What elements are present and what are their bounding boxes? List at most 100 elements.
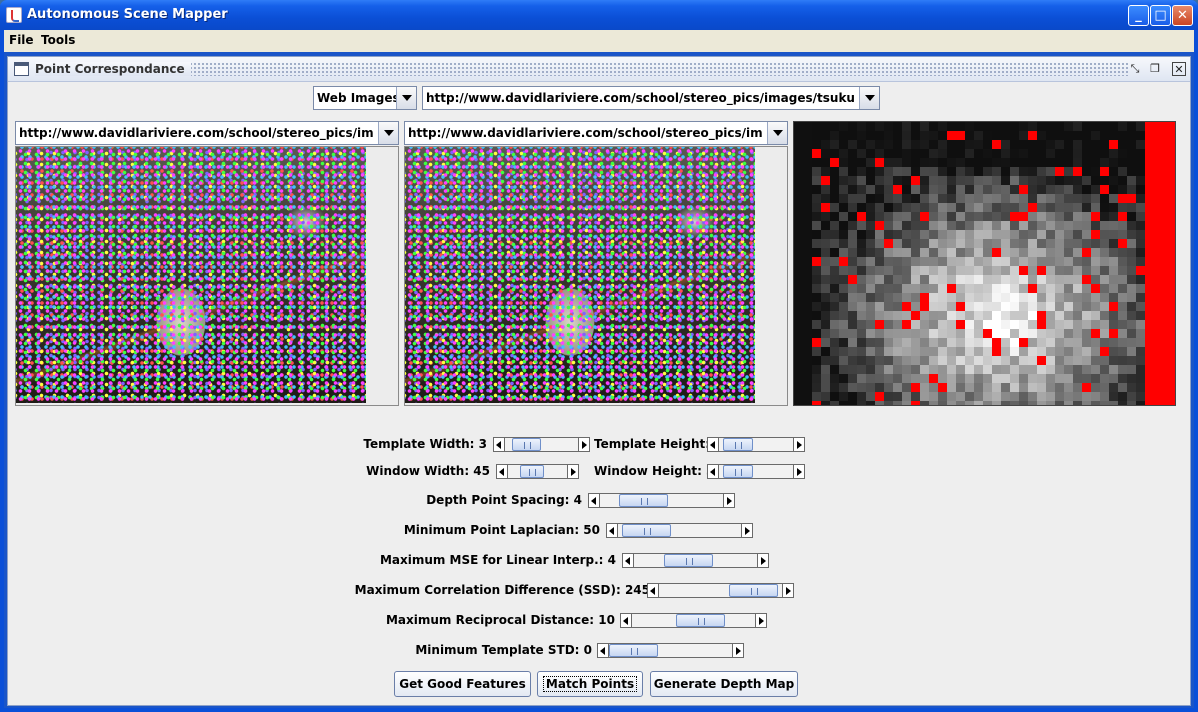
slider-thumb[interactable]	[622, 524, 671, 537]
left-image-select[interactable]: http://www.davidlariviere.com/school/ste…	[15, 121, 399, 145]
max-corr-diff-slider[interactable]	[647, 583, 794, 598]
depth-cell	[956, 401, 965, 405]
scroll-left-icon[interactable]	[493, 437, 505, 452]
slider-thumb[interactable]	[520, 465, 544, 478]
scroll-left-icon[interactable]	[707, 437, 719, 452]
chevron-down-icon[interactable]	[859, 87, 879, 109]
depth-cell	[1163, 347, 1172, 356]
frame-maximize-icon[interactable]: ❐	[1148, 62, 1162, 76]
depth-cell	[1109, 266, 1118, 275]
depth-cell	[1100, 122, 1109, 131]
depth-cell	[848, 230, 857, 239]
depth-cell	[1172, 248, 1175, 257]
title-bar[interactable]: Autonomous Scene Mapper _ □ ✕	[0, 0, 1198, 30]
depth-cell	[821, 230, 830, 239]
window-width-slider[interactable]	[496, 464, 579, 479]
scroll-right-icon[interactable]	[782, 583, 794, 598]
depth-cell	[884, 122, 893, 131]
slider-thumb[interactable]	[664, 554, 713, 567]
depth-cell	[956, 302, 965, 311]
scroll-left-icon[interactable]	[606, 523, 618, 538]
scroll-left-icon[interactable]	[647, 583, 659, 598]
depth-cell	[839, 257, 848, 266]
slider-track[interactable]	[659, 583, 782, 598]
depth-cell	[911, 167, 920, 176]
scroll-left-icon[interactable]	[597, 643, 609, 658]
frame-title-bar[interactable]: Point Correspondance ⤡ ❐ ✕	[8, 57, 1190, 82]
slider-thumb[interactable]	[512, 438, 541, 451]
scroll-left-icon[interactable]	[620, 613, 632, 628]
slider-thumb[interactable]	[729, 584, 778, 597]
template-height-slider[interactable]	[707, 437, 805, 452]
max-mse-slider[interactable]	[622, 553, 769, 568]
slider-thumb[interactable]	[619, 494, 668, 507]
slider-thumb[interactable]	[609, 644, 658, 657]
depth-cell	[956, 347, 965, 356]
scroll-right-icon[interactable]	[567, 464, 579, 479]
scroll-right-icon[interactable]	[578, 437, 590, 452]
slider-thumb[interactable]	[676, 614, 725, 627]
slider-track[interactable]	[600, 493, 723, 508]
window-height-slider[interactable]	[707, 464, 805, 479]
min-template-std-slider[interactable]	[597, 643, 744, 658]
depth-cell	[1163, 248, 1172, 257]
scroll-right-icon[interactable]	[793, 464, 805, 479]
slider-track[interactable]	[632, 613, 755, 628]
scroll-left-icon[interactable]	[588, 493, 600, 508]
slider-track[interactable]	[609, 643, 732, 658]
depth-cell	[920, 356, 929, 365]
frame-close-icon[interactable]: ✕	[1172, 62, 1186, 76]
scroll-right-icon[interactable]	[741, 523, 753, 538]
depth-cell	[947, 374, 956, 383]
scroll-left-icon[interactable]	[707, 464, 719, 479]
chevron-down-icon[interactable]	[767, 122, 787, 144]
depth-cell	[803, 302, 812, 311]
depth-cell	[902, 167, 911, 176]
slider-track[interactable]	[618, 523, 741, 538]
generate-depth-map-button[interactable]: Generate Depth Map	[650, 671, 798, 697]
frame-iconify-icon[interactable]: ⤡	[1128, 62, 1142, 76]
get-good-features-button[interactable]: Get Good Features	[394, 671, 531, 697]
slider-track[interactable]	[719, 437, 793, 452]
close-button[interactable]: ✕	[1172, 5, 1193, 26]
depth-cell	[866, 356, 875, 365]
source-url-select[interactable]: http://www.davidlariviere.com/school/ste…	[422, 86, 880, 110]
depth-cell	[911, 221, 920, 230]
depth-cell	[1028, 221, 1037, 230]
depth-cell	[992, 185, 1001, 194]
depth-cell	[884, 356, 893, 365]
maximize-button[interactable]: □	[1150, 5, 1171, 26]
chevron-down-icon[interactable]	[396, 87, 416, 109]
depth-cell	[1127, 149, 1136, 158]
chevron-down-icon[interactable]	[378, 122, 398, 144]
depth-cell	[920, 257, 929, 266]
menu-tools[interactable]: Tools	[41, 33, 75, 47]
depth-cell	[1028, 167, 1037, 176]
depth-point-spacing-slider[interactable]	[588, 493, 735, 508]
scroll-right-icon[interactable]	[793, 437, 805, 452]
scroll-right-icon[interactable]	[757, 553, 769, 568]
template-width-slider[interactable]	[493, 437, 590, 452]
scroll-right-icon[interactable]	[723, 493, 735, 508]
depth-cell	[1046, 248, 1055, 257]
scroll-right-icon[interactable]	[755, 613, 767, 628]
scroll-left-icon[interactable]	[622, 553, 634, 568]
minimize-button[interactable]: _	[1128, 5, 1149, 26]
min-point-laplacian-slider[interactable]	[606, 523, 753, 538]
menu-file[interactable]: File	[9, 33, 34, 47]
source-type-select[interactable]: Web Images	[313, 86, 417, 110]
depth-cell	[947, 293, 956, 302]
slider-track[interactable]	[505, 437, 578, 452]
scroll-left-icon[interactable]	[496, 464, 508, 479]
max-recip-dist-slider[interactable]	[620, 613, 767, 628]
slider-thumb[interactable]	[723, 438, 753, 451]
right-image-select[interactable]: http://www.davidlariviere.com/school/ste…	[404, 121, 788, 145]
scroll-right-icon[interactable]	[732, 643, 744, 658]
depth-cell	[1073, 158, 1082, 167]
slider-track[interactable]	[634, 553, 757, 568]
slider-track[interactable]	[508, 464, 567, 479]
slider-thumb[interactable]	[723, 465, 753, 478]
slider-track[interactable]	[719, 464, 793, 479]
match-points-button[interactable]: Match Points	[537, 671, 643, 697]
depth-cell	[1046, 275, 1055, 284]
